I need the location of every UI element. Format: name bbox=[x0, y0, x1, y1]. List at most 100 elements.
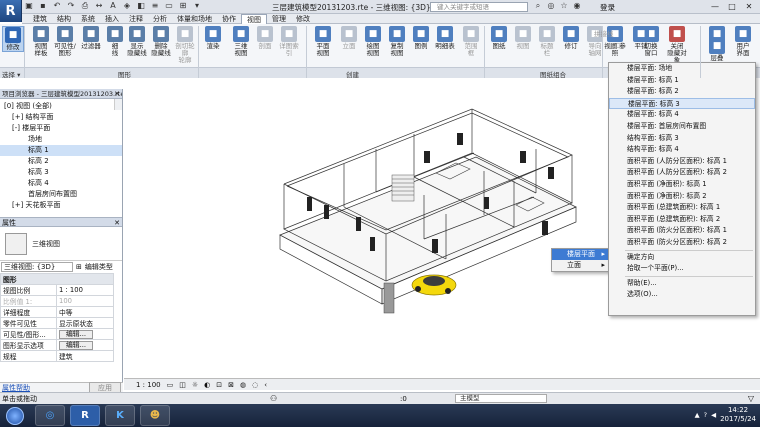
property-value[interactable]: 建筑 bbox=[56, 350, 114, 362]
property-value[interactable]: 编辑... bbox=[56, 339, 114, 351]
properties-help-link[interactable]: 属性帮助 bbox=[2, 383, 30, 393]
subscription-icon[interactable]: ◎ bbox=[546, 1, 556, 11]
ribbon-tool-5[interactable]: ■ 显示 隐藏线 bbox=[126, 26, 148, 57]
ribbon-tool-6[interactable]: ■ 删除 隐藏线 bbox=[150, 26, 172, 57]
plan-menu-item[interactable]: 楼层平面: 场地 bbox=[609, 63, 755, 75]
tree-item[interactable]: 标高 1 bbox=[0, 145, 122, 156]
tree-item[interactable]: 标高 4 bbox=[0, 178, 122, 189]
view-scale[interactable]: 1 : 100 bbox=[136, 381, 161, 389]
user-icon[interactable]: ◉ bbox=[572, 1, 582, 11]
clock[interactable]: 14:22 2017/5/24 bbox=[720, 406, 756, 424]
close-icon[interactable]: ✕ bbox=[114, 218, 120, 228]
ribbon-tool-21[interactable]: ■ 标题 栏 bbox=[536, 26, 558, 57]
property-value[interactable]: 编辑... bbox=[56, 328, 114, 340]
binoculars-icon[interactable]: ⌕ bbox=[533, 1, 543, 11]
edit-button[interactable]: 编辑... bbox=[59, 340, 94, 350]
ribbon-tool-15[interactable]: ■ 复制 视图 bbox=[386, 26, 408, 57]
plan-menu-item[interactable]: 面积平面 (人防分区面积): 标高 1 bbox=[609, 156, 755, 168]
tab-9[interactable]: 管理 bbox=[267, 14, 291, 24]
view-type-menu-item[interactable]: 立面 ▸ bbox=[552, 260, 608, 271]
plan-menu-item[interactable]: 面积平面 (净面积): 标高 2 bbox=[609, 191, 755, 203]
tab-0[interactable]: 建筑 bbox=[28, 14, 52, 24]
plan-menu-item[interactable]: 楼层平面: 标高 1 bbox=[609, 75, 755, 87]
tree-item[interactable]: 场地 bbox=[0, 134, 122, 145]
panel-select[interactable]: 选择 ▾ bbox=[2, 69, 20, 79]
save-icon[interactable]: ▪ bbox=[38, 1, 48, 11]
type-selector[interactable]: 三维视图 bbox=[0, 227, 122, 261]
taskbar-revit-icon[interactable]: R bbox=[70, 405, 100, 426]
search-input[interactable]: 键入关键字或短语 bbox=[430, 2, 528, 12]
tab-2[interactable]: 系统 bbox=[76, 14, 100, 24]
property-value[interactable]: 显示原状态 bbox=[56, 317, 114, 329]
view-type-menu-item[interactable]: 楼层平面 ▸ bbox=[552, 249, 608, 260]
plan-menu-item[interactable]: 结构平面: 标高 3 bbox=[609, 133, 755, 145]
property-value[interactable]: 100 bbox=[56, 295, 114, 307]
ribbon-tool-29[interactable]: ■ 平铺 bbox=[630, 26, 652, 50]
sun-path-icon[interactable]: ☼ bbox=[192, 381, 198, 389]
detail-level-icon[interactable]: ▭ bbox=[167, 381, 174, 389]
plan-menu-item[interactable]: 面积平面 (防火分区面积): 标高 2 bbox=[609, 237, 755, 249]
tray-network-icon[interactable]: ▲ bbox=[695, 411, 700, 419]
ribbon-tool-1[interactable]: ■ 视图 样板 bbox=[30, 26, 52, 57]
redo-icon[interactable]: ↷ bbox=[66, 1, 76, 11]
ribbon-tool-13[interactable]: ■ 立面 bbox=[338, 26, 360, 50]
model-dropdown[interactable]: 主模型 bbox=[455, 394, 547, 403]
tray-volume-icon[interactable]: ◀ bbox=[711, 411, 716, 419]
plan-menu-item[interactable]: 面积平面 (防火分区面积): 标高 1 bbox=[609, 225, 755, 237]
ribbon-tool-19[interactable]: ■ 图纸 bbox=[488, 26, 510, 50]
tree-item[interactable]: 标高 3 bbox=[0, 167, 122, 178]
shadows-icon[interactable]: ◐ bbox=[204, 381, 210, 389]
temp-hide-icon[interactable]: ◍ bbox=[240, 381, 246, 389]
ribbon-tool-18[interactable]: ■ 范围 框 bbox=[460, 26, 482, 57]
ribbon-tool-20[interactable]: ■ 视图 bbox=[512, 26, 534, 50]
ribbon-tool-4[interactable]: ■ 细 线 bbox=[104, 26, 126, 57]
tab-5[interactable]: 分析 bbox=[148, 14, 172, 24]
browser-scrollbar[interactable] bbox=[114, 99, 122, 110]
filter-icon[interactable]: ▽ bbox=[748, 394, 754, 403]
ribbon-tool-8[interactable]: ■ 渲染 bbox=[202, 26, 224, 50]
plan-menu-item[interactable]: 面积平面 (总建筑面积): 标高 2 bbox=[609, 214, 755, 226]
undo-icon[interactable]: ↶ bbox=[52, 1, 62, 11]
maximize-icon[interactable]: □ bbox=[725, 1, 739, 12]
tree-item[interactable]: [0] 视图 (全部) bbox=[0, 101, 122, 112]
section-qat-icon[interactable]: ◧ bbox=[136, 1, 146, 11]
close-icon[interactable]: ✕ bbox=[742, 1, 756, 12]
tree-item[interactable]: [+] 天花板平面 bbox=[0, 200, 122, 211]
dropdown-icon[interactable]: ▾ bbox=[192, 1, 202, 11]
analytical-icon[interactable]: ‹ bbox=[264, 381, 267, 389]
reveal-hidden-icon[interactable]: ◌ bbox=[252, 381, 258, 389]
favorite-icon[interactable]: ☆ bbox=[559, 1, 569, 11]
menu-command-item[interactable]: 拾取一个平面(P)... bbox=[609, 263, 755, 275]
tray-help-icon[interactable]: ? bbox=[704, 411, 707, 419]
start-button[interactable] bbox=[0, 404, 30, 427]
plan-menu-item[interactable]: 楼层平面: 首层房间布置图 bbox=[609, 121, 755, 133]
print-icon[interactable]: ⎙ bbox=[80, 1, 90, 11]
plan-menu-item[interactable]: 楼层平面: 标高 2 bbox=[609, 86, 755, 98]
ribbon-small-label-0[interactable]: 拼接线 bbox=[594, 28, 614, 38]
minimize-icon[interactable]: — bbox=[708, 1, 722, 12]
ribbon-tool-16[interactable]: ■ 图例 bbox=[410, 26, 432, 50]
text-icon[interactable]: A bbox=[108, 1, 118, 11]
ribbon-tool-22[interactable]: ■ 修订 bbox=[560, 26, 582, 50]
ribbon-tool-10[interactable]: ■ 剖面 bbox=[254, 26, 276, 50]
lock-view-icon[interactable]: ⊠ bbox=[228, 381, 234, 389]
tree-item[interactable]: 标高 2 bbox=[0, 156, 122, 167]
ribbon-tool-3[interactable]: ■ 过滤器 bbox=[80, 26, 102, 50]
ribbon-tool-26[interactable]: ■ 关闭 隐藏对象 bbox=[666, 26, 688, 64]
property-value[interactable]: 中等 bbox=[56, 306, 114, 318]
menu-command-item[interactable]: 确定方向 bbox=[609, 252, 755, 264]
ribbon-tool-17[interactable]: ■ 明细表 bbox=[434, 26, 456, 50]
taskbar-game-icon[interactable]: ☻ bbox=[140, 405, 170, 426]
plan-menu-item[interactable]: 面积平面 (净面积): 标高 1 bbox=[609, 179, 755, 191]
plan-menu-item[interactable]: 结构平面: 标高 4 bbox=[609, 144, 755, 156]
tree-item[interactable]: [+] 结构平面 bbox=[0, 112, 122, 123]
ribbon-tool-11[interactable]: ■ 详图索引 bbox=[278, 26, 300, 57]
ribbon-tool-12[interactable]: ■ 平面 视图 bbox=[312, 26, 334, 57]
property-value[interactable]: 1 : 100 bbox=[56, 284, 114, 296]
ribbon-tool-9[interactable]: ■ 三维 视图 bbox=[230, 26, 252, 57]
plan-menu-item[interactable]: 面积平面 (总建筑面积): 标高 1 bbox=[609, 202, 755, 214]
tab-8[interactable]: 视图 bbox=[241, 13, 267, 24]
crop-region-icon[interactable]: ⊡ bbox=[216, 381, 222, 389]
tab-1[interactable]: 结构 bbox=[52, 14, 76, 24]
application-menu-button[interactable]: R bbox=[0, 0, 22, 22]
